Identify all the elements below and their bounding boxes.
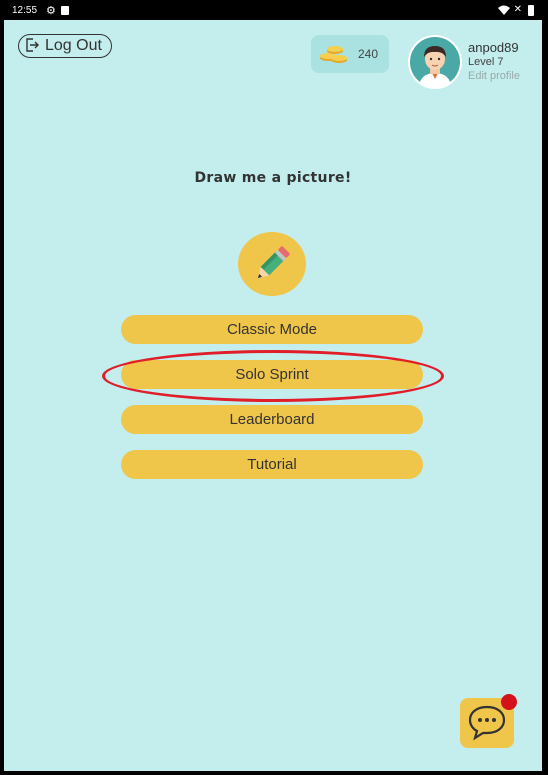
sd-card-icon: [61, 6, 69, 15]
logout-button[interactable]: Log Out: [18, 34, 112, 58]
leaderboard-button[interactable]: Leaderboard: [121, 405, 423, 434]
tutorial-button[interactable]: Tutorial: [121, 450, 423, 479]
coin-amount: 240: [358, 47, 379, 61]
status-time: 12:55: [12, 5, 38, 16]
solo-sprint-button[interactable]: Solo Sprint: [121, 360, 423, 389]
no-sim-icon: ✕: [513, 4, 522, 15]
settings-gear-icon: ⚙: [46, 4, 56, 17]
notification-badge: [501, 694, 517, 710]
pencil-logo: [238, 232, 306, 296]
coin-balance: 240: [311, 35, 389, 73]
chat-icon: [467, 704, 507, 746]
battery-icon: [528, 5, 534, 16]
page-title: Draw me a picture!: [194, 170, 352, 186]
coins-icon: [319, 43, 349, 69]
pencil-icon: [251, 244, 293, 288]
status-bar: 12:55 ⚙ ✕: [4, 2, 542, 20]
leaderboard-label: Leaderboard: [229, 411, 315, 428]
avatar[interactable]: [408, 35, 462, 89]
app-screen: 12:55 ⚙ ✕ Log Out 240 anpod89 Level 7 Ed…: [2, 0, 544, 773]
edit-profile-link[interactable]: Edit profile: [468, 70, 520, 82]
tutorial-label: Tutorial: [247, 456, 297, 473]
classic-mode-label: Classic Mode: [226, 321, 318, 338]
classic-mode-button[interactable]: Classic Mode: [121, 315, 423, 344]
username: anpod89: [468, 40, 519, 55]
logout-label: Log Out: [45, 37, 102, 54]
solo-sprint-label: Solo Sprint: [235, 366, 309, 383]
wifi-icon: [498, 5, 510, 19]
user-level: Level 7: [468, 56, 504, 68]
logout-icon: [25, 37, 39, 56]
